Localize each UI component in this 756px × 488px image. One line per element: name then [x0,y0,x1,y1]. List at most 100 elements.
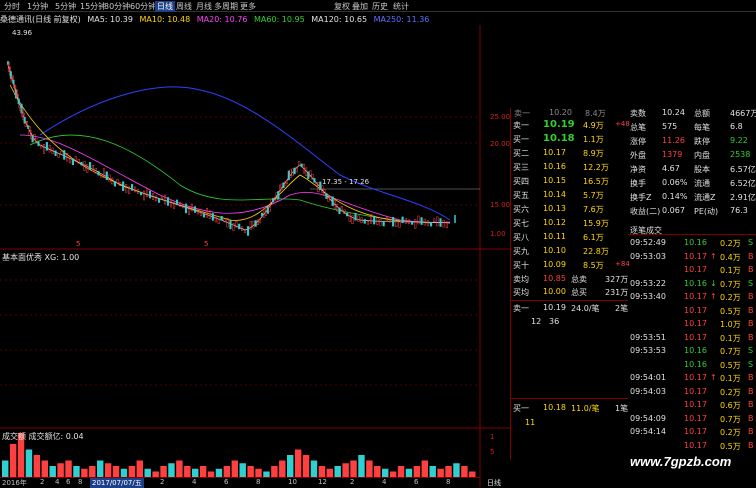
candle [285,180,289,184]
order-row[interactable]: 买十 10.09 8.5万 +84 [511,260,630,272]
order-volume: 5.7万 [583,191,604,200]
candle [398,220,401,228]
candle [48,144,51,153]
candle [208,210,211,220]
stats-row: 涨停 11.26 跌停 9.22 [628,136,756,148]
order-row[interactable]: 买四 10.15 16.5万 [511,176,628,188]
volume-bar [247,466,254,477]
order-volume: 8.4万 [585,109,606,118]
trade-cell: B [748,400,754,409]
trade-row: 09:53:22 10.16 ↓ 0.7万 S [628,279,756,292]
candle [229,220,232,230]
trade-cell: 10.17 [684,400,707,409]
order-row[interactable]: 买三 10.16 12.2万 [511,162,628,174]
stats-cell: 0.14% [662,192,688,201]
toolbar-option[interactable]: 历史 [372,1,388,12]
ma20-line [19,134,451,223]
period-tab[interactable]: 周线 [176,1,192,12]
date-label: 8 [78,478,83,486]
order-volume: 7.6万 [583,205,604,214]
order-volume: 8.5万 [583,261,604,270]
order-row[interactable]: 买九 10.10 22.8万 [511,246,628,258]
price-tick: 25.00 [490,113,511,121]
period-tab[interactable]: 分时 [4,1,20,12]
candle [71,158,74,166]
candle [148,190,152,199]
stats-cell: 流通Z [694,193,716,202]
period-tab[interactable]: 月线 [196,1,212,12]
ma60-label: MA60: 10.95 [254,15,305,24]
candle [45,142,48,151]
period-tab[interactable]: 多周期 [214,1,238,12]
stats-cell: 0.067 [662,206,685,215]
period-tab[interactable]: 30分钟 [104,1,130,12]
candle [199,211,202,216]
tick-trades[interactable]: 逐笔成交 09:52:49 10.16 0.2万 S 09:53:03 10.17 ↑ 0.4… [628,224,756,464]
stats-cell: 流通 [694,179,710,188]
order-label: 买二 [513,149,529,158]
trade-cell: 0.2万 [720,428,741,437]
toolbar-option[interactable]: 复权 [334,1,350,12]
trade-row: 10.17 0.5万 B [628,306,756,319]
period-tab[interactable]: 1分钟 [27,1,48,12]
order-row[interactable]: 买六 10.13 7.6万 [511,204,628,216]
toolbar-option[interactable]: 叠加 [352,1,368,12]
order-price: 10.13 [543,204,566,213]
total-sell-label: 总卖 [571,275,587,284]
stats-cell: 换手Z [630,193,652,202]
candle [166,197,170,206]
date-label: 6 [224,478,229,486]
candle [254,220,257,227]
candle [280,183,283,191]
period-tab-active[interactable]: 日线 [155,1,175,12]
order-price: 10.12 [543,218,566,227]
candle [139,191,143,196]
stats-cell: 10.24 [662,108,685,117]
order-row[interactable]: 买一 10.18 1.1万 [511,133,628,146]
order-volume: 6.1万 [583,233,604,242]
detail-value: 11 [525,418,536,427]
period-tab[interactable]: 5分钟 [55,1,76,12]
avg-sell-label: 卖均 [513,275,529,284]
candle [331,196,334,206]
volume-bar [239,463,246,477]
trade-row: 09:53:51 10.17 0.1万 B [628,333,756,346]
trade-cell: B [748,413,754,423]
candle [401,216,404,224]
trade-row: 09:54:09 10.17 0.7万 B [628,414,756,427]
volume-bar [334,466,341,477]
volume-bar [136,460,143,477]
order-row[interactable]: 买八 10.11 6.1万 [511,232,628,244]
volume-bar [112,466,120,477]
volume-bar [160,466,167,477]
order-price: 10.14 [543,190,566,199]
order-row[interactable]: 买二 10.17 8.9万 [511,148,628,160]
candle [157,198,161,203]
order-row[interactable]: 买七 10.12 15.9万 [511,218,628,230]
trade-cell: 09:54:03 [630,386,666,396]
date-label: 4 [55,478,60,486]
order-row[interactable]: 卖一 10.19 4.9万 +48 [511,119,630,132]
period-tab[interactable]: 15分钟 [80,1,106,12]
order-price: 10.18 [543,133,575,144]
order-row[interactable]: 买五 10.14 5.7万 [511,190,628,202]
candle [430,221,433,227]
candle [102,168,106,178]
more-tab[interactable]: 更多 [240,1,256,12]
trade-cell: ↓ [710,278,717,288]
trade-row: 09:53:53 10.16 0.7万 S [628,346,756,359]
trade-cell: 10.16 [684,359,707,369]
volume-bar [358,455,365,477]
avg-buy-price: 10.00 [543,287,566,296]
order-price: 10.10 [543,246,566,255]
stats-cell: 1379 [662,150,683,159]
trades-title: 逐笔成交 [630,226,662,235]
order-label: 卖一 [514,109,530,118]
stats-cell: 6.8 [730,122,743,131]
total-sell-value: 327万 [605,275,629,284]
price-tick: 15.00 [490,201,511,209]
toolbar-option[interactable]: 统计 [393,1,409,12]
period-tab[interactable]: 60分钟 [130,1,156,12]
candle [63,150,66,160]
sell1-detail: 12 36 [511,317,628,329]
